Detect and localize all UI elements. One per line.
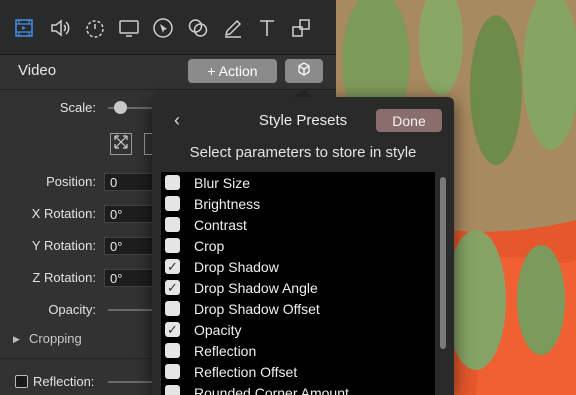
parameter-label: Drop Shadow Offset: [194, 300, 320, 317]
unchecked-checkbox[interactable]: [165, 196, 180, 211]
parameter-row[interactable]: Blur Size: [161, 172, 435, 193]
done-button[interactable]: Done: [376, 109, 442, 132]
cropping-label[interactable]: Cropping: [29, 331, 82, 346]
unchecked-checkbox[interactable]: [165, 175, 180, 190]
list-scrollbar[interactable]: [440, 177, 446, 349]
x-rotation-label: X Rotation:: [31, 206, 96, 221]
popover-subtitle: Select parameters to store in style: [189, 144, 417, 161]
style-presets-popover: ‹ Style Presets Done Select parameters t…: [152, 97, 454, 395]
z-rotation-label: Z Rotation:: [32, 270, 96, 285]
unchecked-checkbox[interactable]: [165, 301, 180, 316]
parameter-label: Crop: [194, 237, 225, 254]
fit-button[interactable]: [110, 133, 132, 155]
parameter-row[interactable]: Reflection Offset: [161, 361, 435, 382]
parameter-row[interactable]: ✓ Drop Shadow Angle: [161, 277, 435, 298]
text-icon[interactable]: [255, 16, 279, 40]
expand-arrows-icon: [113, 134, 129, 155]
parameter-label: Brightness: [194, 195, 261, 212]
parameter-row[interactable]: Contrast: [161, 214, 435, 235]
inspector-toolbar: [0, 0, 336, 55]
scale-label: Scale:: [59, 100, 96, 115]
pencil-icon[interactable]: [221, 16, 245, 40]
film-icon[interactable]: [12, 16, 36, 40]
unchecked-checkbox[interactable]: [165, 217, 180, 232]
add-action-button[interactable]: + Action: [188, 59, 277, 83]
checked-checkbox[interactable]: ✓: [165, 259, 180, 274]
display-icon[interactable]: [117, 16, 141, 40]
parameter-row[interactable]: ✓ Opacity: [161, 319, 435, 340]
checked-checkbox[interactable]: ✓: [165, 280, 180, 295]
unchecked-checkbox[interactable]: [165, 238, 180, 253]
parameter-label: Rounded Corner Amount: [194, 384, 349, 395]
position-label: Position:: [46, 174, 96, 189]
parameter-label: Opacity: [194, 321, 242, 338]
parameter-row[interactable]: Brightness: [161, 193, 435, 214]
y-rotation-label: Y Rotation:: [31, 238, 96, 253]
scale-slider-knob[interactable]: [114, 101, 128, 114]
unchecked-checkbox[interactable]: [165, 385, 180, 395]
parameter-list: Blur Size Brightness Contrast Crop ✓ Drop Sha…: [161, 172, 435, 395]
reflection-checkbox[interactable]: [15, 375, 28, 388]
style-presets-button[interactable]: [285, 59, 323, 83]
unchecked-checkbox[interactable]: [165, 364, 180, 379]
parameter-label: Drop Shadow: [194, 258, 279, 275]
parameter-label: Contrast: [194, 216, 247, 233]
parameter-row[interactable]: Crop: [161, 235, 435, 256]
opacity-slider[interactable]: [108, 309, 152, 311]
parameter-row[interactable]: Rounded Corner Amount: [161, 382, 435, 395]
timer-icon[interactable]: [83, 16, 107, 40]
unchecked-checkbox[interactable]: [165, 343, 180, 358]
parameter-row[interactable]: Drop Shadow Offset: [161, 298, 435, 319]
section-title: Video: [18, 62, 57, 79]
header-divider: [0, 89, 336, 90]
opacity-label: Opacity:: [48, 302, 96, 317]
speaker-icon[interactable]: [48, 16, 72, 40]
reflection-slider[interactable]: [108, 381, 152, 383]
cursor-icon[interactable]: [151, 16, 175, 40]
parameter-label: Drop Shadow Angle: [194, 279, 318, 296]
shapes-icon[interactable]: [289, 16, 313, 40]
parameter-row[interactable]: ✓ Drop Shadow: [161, 256, 435, 277]
disclosure-triangle-icon[interactable]: ▶: [13, 334, 20, 345]
parameter-label: Reflection Offset: [194, 363, 298, 380]
reflection-label: Reflection:: [33, 374, 95, 389]
parameter-row[interactable]: Reflection: [161, 340, 435, 361]
overlap-circles-icon[interactable]: [186, 16, 210, 40]
checked-checkbox[interactable]: ✓: [165, 322, 180, 337]
parameter-label: Reflection: [194, 342, 257, 359]
cube-icon: [297, 61, 311, 81]
parameter-label: Blur Size: [194, 174, 251, 191]
